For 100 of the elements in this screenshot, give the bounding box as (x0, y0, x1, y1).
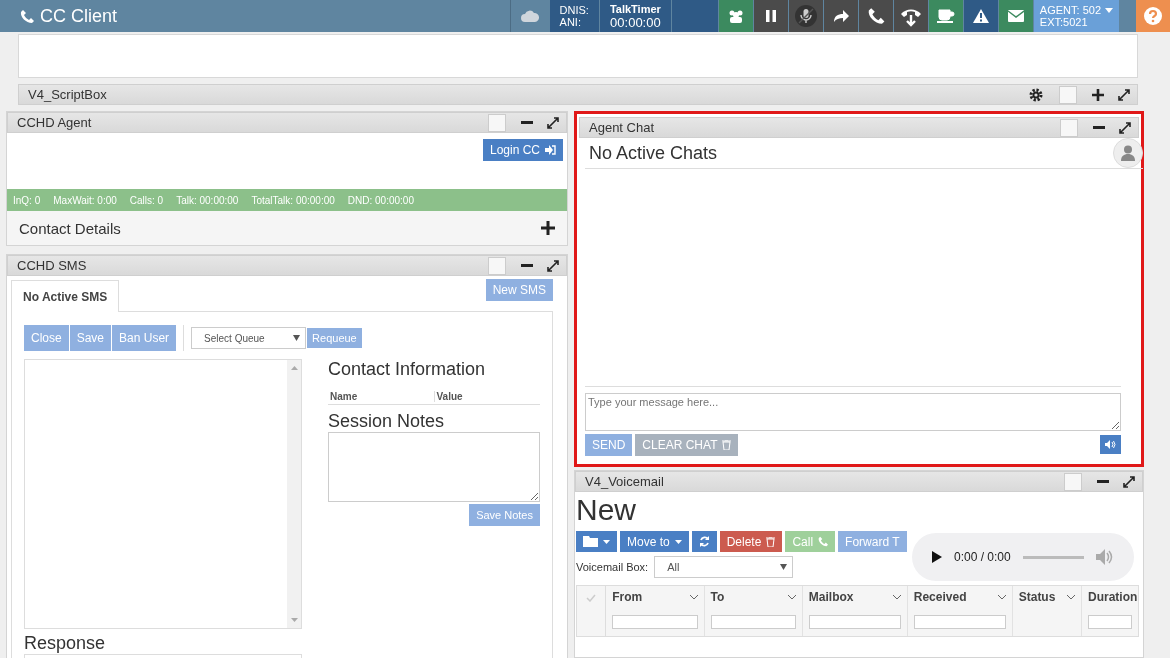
chevron-icon[interactable] (787, 594, 796, 600)
action-button[interactable]: Ban User (112, 325, 177, 351)
refresh-button[interactable] (691, 531, 717, 552)
stat-text: MaxWait: 0:00 (53, 194, 117, 206)
forward-button[interactable] (823, 0, 858, 32)
requeue-button[interactable]: Requeue (307, 328, 362, 348)
agent-label: AGENT: 502 (1039, 4, 1101, 16)
column-header[interactable]: Received (913, 590, 967, 604)
send-button[interactable]: SEND (585, 434, 633, 456)
settings-icon[interactable] (1028, 86, 1044, 103)
plus-icon[interactable] (541, 221, 555, 235)
trash-icon (722, 440, 732, 450)
panel-title: CCHD SMS (17, 258, 87, 273)
panel-title: CCHD Agent (17, 115, 92, 130)
phone-icon (818, 536, 829, 547)
app-title: CC Client (40, 5, 118, 27)
expand-icon[interactable] (1123, 475, 1135, 488)
plus-icon[interactable] (1092, 88, 1104, 101)
phone-icon (866, 7, 885, 25)
checkmark-icon[interactable] (586, 594, 597, 602)
mail-button[interactable] (998, 0, 1033, 32)
chat-status: No Active Chats (588, 142, 718, 164)
action-button[interactable]: Close (24, 325, 69, 351)
sign-in-icon (545, 145, 556, 155)
expand-icon[interactable] (547, 116, 559, 129)
new-sms-button[interactable]: New SMS (485, 279, 553, 301)
mute-button[interactable] (788, 0, 823, 32)
minimize-icon[interactable] (521, 263, 533, 268)
expand-icon[interactable] (1118, 88, 1130, 101)
column-header[interactable]: Mailbox (808, 590, 854, 604)
break-button[interactable] (928, 0, 963, 32)
checkbox[interactable] (488, 113, 506, 132)
checkbox[interactable] (488, 256, 506, 275)
minimize-icon[interactable] (1093, 125, 1105, 130)
column-header[interactable]: To (710, 590, 725, 604)
help-icon (1144, 7, 1162, 25)
pause-icon (765, 10, 776, 22)
dnis-label: DNIS: (559, 4, 589, 16)
section-title: Response (24, 633, 107, 654)
filter-field[interactable] (1088, 615, 1132, 629)
expand-icon[interactable] (547, 259, 559, 272)
action-button[interactable]: Save (69, 325, 112, 351)
column-header[interactable]: Status (1018, 590, 1056, 604)
call-button[interactable] (858, 0, 893, 32)
section-title: Session Notes (328, 411, 446, 432)
chevron-icon[interactable] (997, 594, 1006, 600)
column-header: Value (433, 391, 540, 402)
filter-field[interactable] (710, 615, 796, 629)
clear-chat-button[interactable]: CLEAR CHAT (635, 434, 739, 456)
microphone-icon (793, 4, 818, 28)
mailbox-select[interactable]: All (654, 556, 794, 578)
pause-button[interactable] (753, 0, 788, 32)
warning-icon (972, 9, 989, 23)
chevron-icon[interactable] (689, 594, 698, 600)
forward-button[interactable]: Forward T (838, 531, 907, 552)
sound-button[interactable] (1100, 435, 1121, 454)
chevron-icon[interactable] (1067, 594, 1075, 600)
checkbox[interactable] (1059, 85, 1077, 104)
save-notes-button[interactable]: Save Notes (469, 504, 540, 526)
caret-icon (780, 564, 788, 570)
caret-icon (674, 539, 682, 544)
queue-select[interactable]: Select Queue (191, 327, 307, 349)
field-label: Voicemail Box: (576, 561, 649, 573)
avatar-icon[interactable] (1113, 138, 1143, 168)
cloud-icon (520, 10, 539, 22)
checkbox[interactable] (1060, 118, 1078, 137)
forward-arrow-icon (832, 10, 849, 22)
refresh-icon (698, 536, 710, 547)
delete-button[interactable]: Delete (719, 531, 783, 552)
minimize-icon[interactable] (1097, 479, 1109, 484)
envelope-icon (1007, 10, 1024, 22)
alert-button[interactable] (963, 0, 998, 32)
filter-field[interactable] (913, 615, 1006, 629)
folder-icon (583, 536, 598, 547)
move-to-button[interactable]: Move to (620, 531, 689, 552)
stat-text: TotalTalk: 00:00:00 (251, 194, 335, 206)
play-icon[interactable] (932, 551, 942, 563)
tab[interactable]: No Active SMS (11, 280, 120, 312)
speaker-icon (1105, 440, 1116, 449)
expand-icon[interactable] (1119, 121, 1131, 134)
agent-menu[interactable]: AGENT: 502 EXT:5021 (1033, 0, 1119, 32)
folder-button[interactable] (576, 531, 617, 552)
panel-title: Agent Chat (589, 120, 655, 135)
hangup-button[interactable] (893, 0, 928, 32)
team-button[interactable] (718, 0, 753, 32)
timer-label: TalkTimer (609, 2, 661, 15)
minimize-icon[interactable] (521, 120, 533, 125)
filter-field[interactable] (808, 615, 901, 629)
stat-text: Talk: 00:00:00 (176, 194, 239, 206)
checkbox[interactable] (1064, 472, 1082, 491)
column-header[interactable]: Duration (1088, 590, 1138, 604)
column-header[interactable]: From (612, 590, 643, 604)
phone-icon (20, 8, 34, 24)
message-field[interactable]: Type your message here... (585, 393, 1121, 431)
stat-text: Calls: 0 (129, 194, 164, 206)
filter-field[interactable] (612, 615, 698, 629)
chevron-icon[interactable] (892, 594, 901, 600)
login-button[interactable]: Login CC (482, 139, 563, 161)
group-icon (727, 9, 744, 23)
notes-field[interactable] (328, 432, 540, 502)
